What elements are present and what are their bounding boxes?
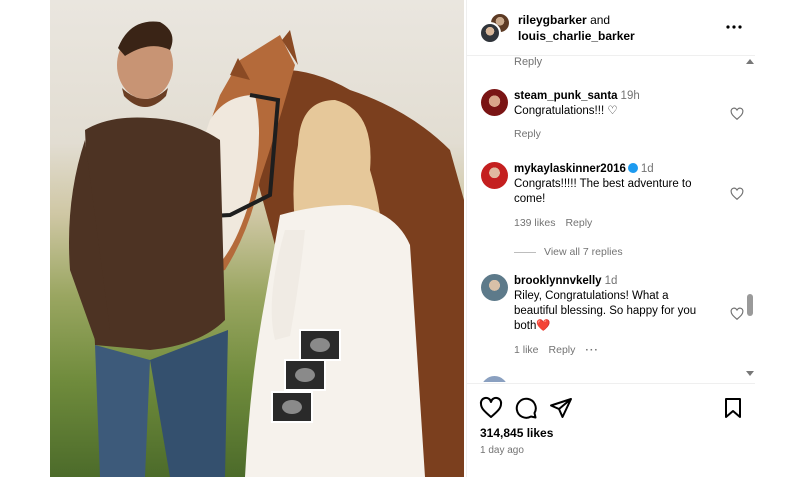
heart-icon[interactable] bbox=[730, 187, 744, 201]
post-details-panel: rileygbarker and louis_charlie_barker Re… bbox=[466, 0, 755, 477]
comment-time: 19h bbox=[620, 90, 640, 102]
comment-text: Riley, Congratulations! What a beautiful… bbox=[514, 290, 697, 332]
author-username[interactable]: louis_charlie_barker bbox=[518, 29, 635, 43]
paper-plane-icon[interactable] bbox=[549, 396, 573, 420]
verified-badge-icon bbox=[627, 163, 638, 173]
view-replies-label[interactable]: View all 7 replies bbox=[544, 246, 623, 258]
heart-icon[interactable] bbox=[730, 107, 744, 121]
likes-count[interactable]: 1 like bbox=[514, 344, 539, 356]
comment-username[interactable]: brooklynnvkelly bbox=[514, 275, 602, 287]
comment-body: steam_punk_santa 19h Congratulations!!! ♡… bbox=[514, 89, 709, 142]
more-options-icon[interactable] bbox=[725, 18, 743, 36]
comment-body: mykaylaskinner2016 1d Congrats!!!!! The b… bbox=[514, 162, 709, 231]
reply-link[interactable]: Reply bbox=[565, 217, 592, 229]
author-username[interactable]: rileygbarker bbox=[518, 13, 587, 27]
bookmark-icon[interactable] bbox=[721, 396, 745, 420]
comment-text: Congratulations!!! ♡ bbox=[514, 105, 618, 117]
post-header: rileygbarker and louis_charlie_barker bbox=[467, 0, 755, 56]
view-replies-link[interactable]: View all 7 replies bbox=[514, 246, 623, 258]
avatar[interactable] bbox=[479, 22, 501, 44]
post-timestamp[interactable]: 1 day ago bbox=[480, 445, 524, 456]
comment-username[interactable]: mykaylaskinner2016 bbox=[514, 163, 626, 175]
post-photo[interactable] bbox=[50, 0, 464, 477]
scrollbar[interactable] bbox=[745, 56, 755, 382]
comment-time: 1d bbox=[640, 163, 654, 175]
avatar[interactable] bbox=[481, 376, 508, 382]
comment-body: brooklynnvkelly 1d Riley, Congratulations… bbox=[514, 274, 709, 358]
more-options-icon[interactable]: ··· bbox=[585, 344, 599, 356]
comment-username[interactable]: steam_punk_santa bbox=[514, 90, 618, 102]
avatar[interactable] bbox=[481, 274, 508, 301]
post-actions: 314,845 likes 1 day ago bbox=[467, 383, 755, 477]
comments-list[interactable]: Reply steam_punk_santa 19h Congratulation… bbox=[467, 56, 755, 382]
author-avatars[interactable] bbox=[479, 12, 511, 44]
scroll-down-arrow-icon[interactable] bbox=[746, 371, 754, 376]
avatar[interactable] bbox=[481, 162, 508, 189]
author-connector: and bbox=[590, 13, 611, 27]
scroll-thumb[interactable] bbox=[747, 294, 753, 316]
likes-count[interactable]: 139 likes bbox=[514, 217, 555, 229]
divider bbox=[514, 251, 536, 253]
avatar[interactable] bbox=[481, 89, 508, 116]
post-likes-count[interactable]: 314,845 likes bbox=[480, 426, 553, 440]
photo-illustration bbox=[69, 21, 464, 477]
post-authors: rileygbarker and louis_charlie_barker bbox=[518, 12, 635, 44]
reply-link[interactable]: Reply bbox=[514, 56, 542, 68]
reply-link[interactable]: Reply bbox=[549, 344, 576, 356]
comment-time: 1d bbox=[604, 275, 618, 287]
scroll-up-arrow-icon[interactable] bbox=[746, 59, 754, 64]
comment-icon[interactable] bbox=[514, 396, 538, 420]
comment-text: Congrats!!!!! The best adventure to come… bbox=[514, 178, 692, 205]
heart-icon[interactable] bbox=[730, 307, 744, 321]
reply-link[interactable]: Reply bbox=[514, 128, 541, 140]
heart-icon[interactable] bbox=[479, 396, 503, 420]
